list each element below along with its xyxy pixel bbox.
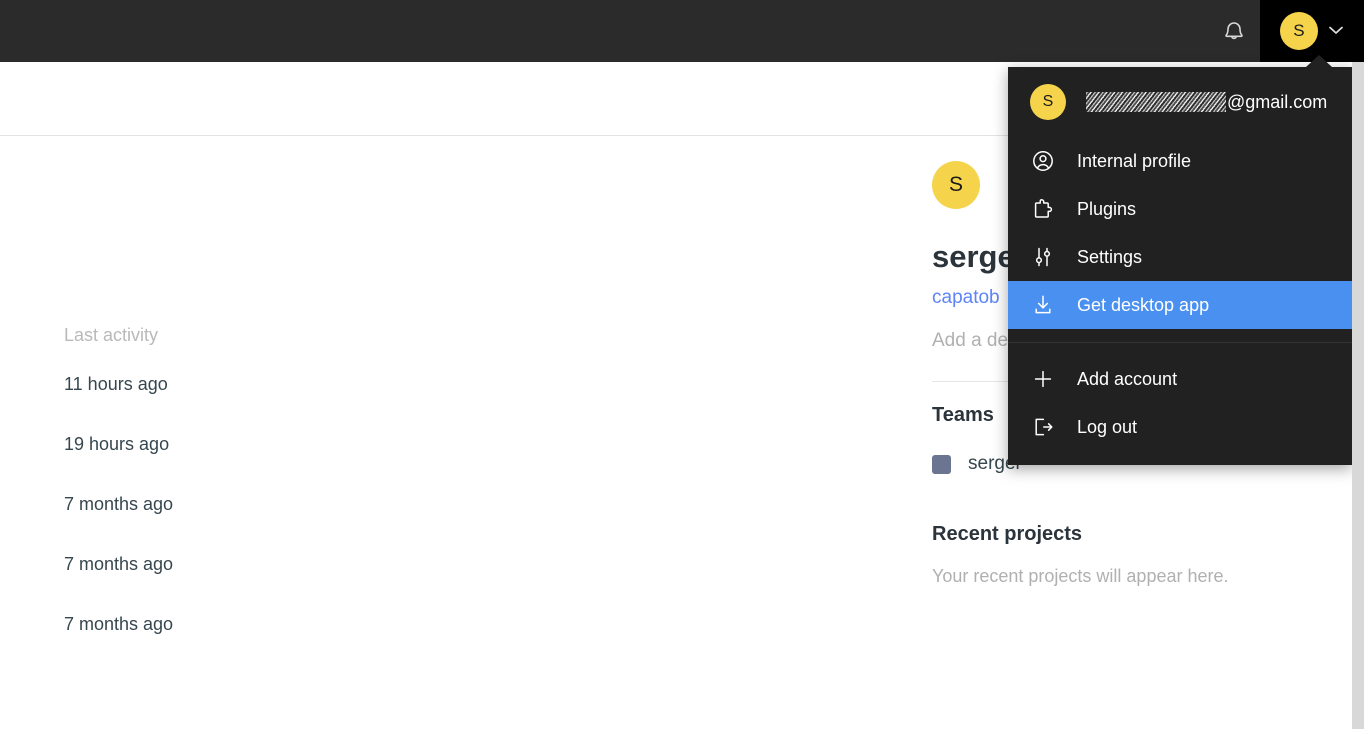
user-circle-icon: [1030, 148, 1056, 174]
activity-row: 7 months ago: [64, 554, 174, 574]
account-dropdown-menu: S @gmail.com Internal profile Plugins Se…: [1008, 67, 1352, 465]
chevron-down-icon: [1328, 22, 1344, 40]
activity-row: 7 months ago: [64, 494, 174, 514]
dropdown-caret: [1306, 55, 1332, 67]
notifications-button[interactable]: [1208, 0, 1260, 62]
menu-separator: [1008, 342, 1352, 343]
menu-item-account[interactable]: S @gmail.com: [1008, 67, 1352, 137]
menu-item-get-desktop-app[interactable]: Get desktop app: [1008, 281, 1352, 329]
logout-icon: [1030, 414, 1056, 440]
top-header-bar: S: [0, 0, 1364, 62]
activity-row: 19 hours ago: [64, 434, 170, 454]
menu-item-label: Plugins: [1077, 198, 1137, 219]
menu-item-label: Settings: [1077, 246, 1143, 267]
email-domain: @gmail.com: [1227, 91, 1328, 112]
puzzle-piece-icon: [1030, 196, 1056, 222]
vertical-scrollbar[interactable]: [1352, 62, 1364, 729]
menu-item-label: Internal profile: [1077, 150, 1192, 171]
avatar: S: [1030, 84, 1066, 120]
recent-projects-empty-state: Your recent projects will appear here.: [932, 566, 1229, 586]
menu-item-internal-profile[interactable]: Internal profile: [1008, 137, 1352, 185]
account-menu-button[interactable]: S: [1260, 0, 1364, 62]
activity-row: 11 hours ago: [64, 374, 168, 394]
menu-item-settings[interactable]: Settings: [1008, 233, 1352, 281]
bell-icon: [1223, 19, 1245, 43]
menu-item-plugins[interactable]: Plugins: [1008, 185, 1352, 233]
menu-item-label: Get desktop app: [1077, 294, 1210, 315]
menu-item-log-out[interactable]: Log out: [1008, 403, 1352, 451]
activity-column-header: Last activity: [64, 325, 159, 345]
activity-column: Last activity 11 hours ago 19 hours ago …: [64, 316, 484, 654]
account-email: @gmail.com: [1086, 92, 1327, 113]
profile-avatar: S: [932, 161, 980, 209]
menu-item-label: Log out: [1077, 416, 1138, 437]
plus-icon: [1030, 366, 1056, 392]
team-color-swatch: [932, 454, 951, 474]
app-root: S Last activity 11 hours ago 19 hours ag…: [0, 0, 1364, 729]
recent-projects-section-title: Recent projects: [932, 523, 1083, 545]
sliders-icon: [1030, 244, 1056, 270]
avatar: S: [1280, 12, 1318, 50]
activity-row: 7 months ago: [64, 614, 174, 634]
redacted-email-local-part: [1086, 92, 1226, 112]
download-icon: [1030, 292, 1056, 318]
menu-item-label: Add account: [1077, 368, 1178, 389]
menu-item-add-account[interactable]: Add account: [1008, 355, 1352, 403]
